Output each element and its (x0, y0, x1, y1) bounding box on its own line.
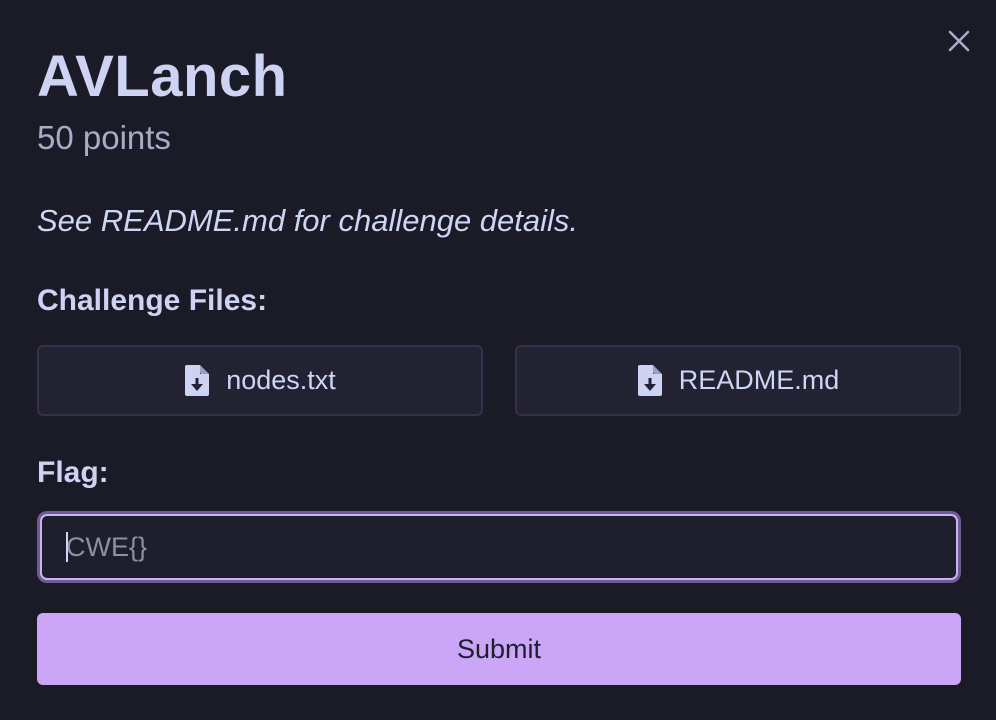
file-download-button-nodes[interactable]: nodes.txt (37, 345, 483, 416)
file-download-icon (184, 364, 210, 397)
file-download-icon (637, 364, 663, 397)
text-caret (66, 532, 68, 562)
challenge-points: 50 points (37, 119, 171, 156)
file-download-button-readme[interactable]: README.md (515, 345, 961, 416)
file-label: README.md (678, 365, 840, 395)
flag-heading: Flag: (37, 456, 109, 489)
files-heading: Challenge Files: (37, 284, 268, 317)
file-label: nodes.txt (226, 365, 336, 395)
challenge-modal: AVLanch 50 points See README.md for chal… (0, 0, 996, 720)
challenge-description: See README.md for challenge details. (37, 203, 579, 238)
flag-input[interactable] (40, 514, 958, 580)
files-list: nodes.txt README.md (37, 345, 961, 416)
flag-input-focus-ring (37, 511, 961, 583)
close-button[interactable] (946, 28, 972, 54)
challenge-title: AVLanch (37, 44, 288, 109)
submit-button[interactable]: Submit (37, 613, 961, 685)
close-icon (948, 30, 970, 52)
